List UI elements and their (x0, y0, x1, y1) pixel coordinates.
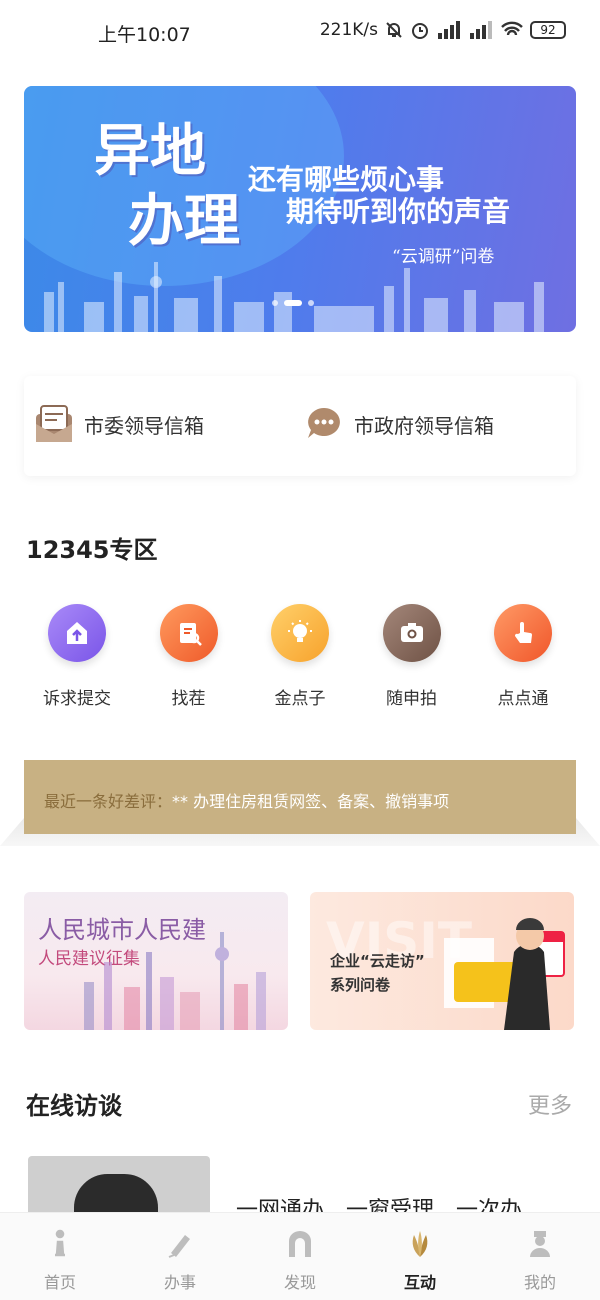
banner-headline-line1: 异地 (94, 118, 206, 184)
zone-shortcuts: 诉求提交 找茬 金点子 随申拍 点点通 (22, 604, 578, 709)
upload-icon (48, 604, 106, 662)
bottom-tab-bar: 首页 办事 发现 互动 我的 (0, 1212, 600, 1300)
interviews-more-link[interactable]: 更多 (528, 1088, 572, 1120)
interviews-title: 在线访谈 (26, 1092, 122, 1120)
visit-card-subtitle: 系列问卷 (330, 976, 391, 994)
notice-content: ** 办理住房租赁网签、备案、撤销事项 (172, 792, 450, 811)
pagination-dot[interactable] (308, 300, 314, 306)
tab-home[interactable]: 首页 (0, 1213, 120, 1300)
notice-prefix: 最近一条好差评： (44, 792, 173, 811)
shortcut-label: 随申拍 (386, 689, 437, 709)
banner-line2: 期待听到你的声音 (286, 195, 511, 228)
arch-icon (285, 1229, 315, 1259)
lightbulb-icon (271, 604, 329, 662)
status-icons: 221K/s 92 (320, 20, 566, 40)
tab-label: 发现 (283, 1273, 316, 1292)
tab-discover[interactable]: 发现 (240, 1213, 360, 1300)
shortcut-snapshot[interactable]: 随申拍 (357, 604, 467, 709)
magnolia-icon (405, 1229, 435, 1259)
battery-icon: 92 (530, 21, 566, 39)
shortcut-label: 点点通 (497, 689, 549, 709)
notice-text: 最近一条好差评：** 办理住房租赁网签、备案、撤销事项 (44, 788, 449, 812)
city-skyline-illustration (44, 262, 544, 332)
tab-label: 办事 (163, 1273, 196, 1292)
pagination-dot-active[interactable] (284, 300, 302, 306)
alarm-icon (412, 23, 428, 39)
wifi-icon (501, 21, 523, 36)
tab-label: 我的 (523, 1273, 556, 1292)
tab-label: 首页 (43, 1273, 76, 1292)
shortcut-click-through[interactable]: 点点通 (468, 604, 578, 709)
businessman-illustration (444, 918, 565, 1030)
party-mailbox-button[interactable]: 市委领导信箱 (34, 404, 204, 444)
government-mailbox-button[interactable]: 市政府领导信箱 (304, 404, 494, 444)
envelope-icon (36, 405, 72, 442)
tab-profile[interactable]: 我的 (480, 1213, 600, 1300)
visit-card-title: 企业“云走访” (330, 952, 425, 970)
tower-icon (45, 1229, 75, 1259)
shortcut-golden-idea[interactable]: 金点子 (245, 604, 355, 709)
banner-headline: 异地 办理 (94, 116, 240, 256)
shortcut-label: 金点子 (274, 689, 326, 709)
people-suggestion-card[interactable]: 人民城市人民建 人民建议征集 (24, 892, 288, 1030)
tab-services[interactable]: 办事 (120, 1213, 240, 1300)
tab-interact[interactable]: 互动 (360, 1213, 480, 1300)
shortcut-label: 找茬 (171, 689, 206, 709)
mute-bell-icon (386, 22, 402, 38)
clipboard-search-icon (159, 604, 218, 662)
tap-finger-icon (494, 604, 552, 662)
tab-label: 互动 (403, 1273, 436, 1292)
pagination-dot[interactable] (272, 300, 278, 306)
enterprise-visit-card[interactable]: VISIT 企业“云走访” 系列问卷 (310, 892, 574, 1030)
shortcut-appeal-submit[interactable]: 诉求提交 (22, 604, 132, 709)
shortcut-label: 诉求提交 (43, 689, 111, 709)
banner-pagination (272, 300, 314, 306)
camera-icon (382, 604, 441, 662)
promo-banner[interactable]: 异地 办理 还有哪些烦心事 期待听到你的声音 “云调研”问卷 (24, 86, 576, 332)
zone-title: 12345专区 (26, 536, 158, 564)
review-notice[interactable]: 最近一条好差评：** 办理住房租赁网签、备案、撤销事项 (24, 760, 576, 834)
person-icon (525, 1229, 555, 1259)
shortcut-find-fault[interactable]: 找茬 (134, 604, 244, 709)
leader-mailbox-card: 市委领导信箱 市政府领导信箱 (24, 376, 576, 476)
banner-headline-line2: 办理 (128, 188, 240, 254)
signal-icon-2 (468, 21, 494, 39)
party-mailbox-label: 市委领导信箱 (84, 413, 204, 438)
chat-bubble-icon (308, 408, 340, 438)
net-speed: 221K/s (319, 20, 378, 40)
signal-icon (436, 21, 462, 39)
government-mailbox-label: 市政府领导信箱 (354, 413, 494, 438)
status-bar: 上午10:07 221K/s 92 (0, 0, 600, 66)
pen-icon (165, 1229, 195, 1259)
status-time: 上午10:07 (98, 24, 191, 46)
city-skyline-illustration (84, 932, 266, 1030)
